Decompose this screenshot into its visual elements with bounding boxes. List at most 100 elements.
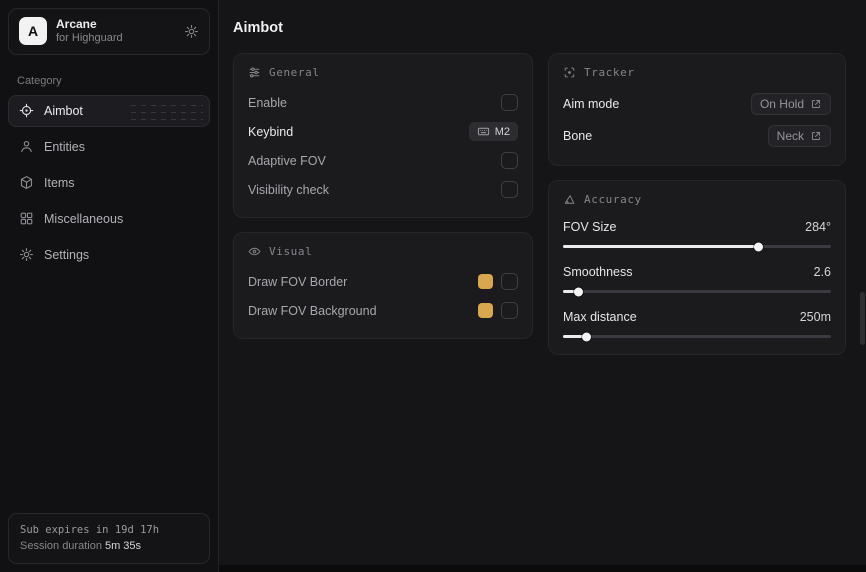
fov-background-color-swatch[interactable] (478, 303, 493, 318)
tracker-card: Tracker Aim mode On Hold (548, 53, 846, 166)
subscription-card: Sub expires in 19d 17h Session duration5… (8, 513, 210, 564)
session-duration: Session duration5m 35s (20, 538, 198, 555)
category-label: Category (17, 75, 218, 87)
person-icon (19, 139, 34, 154)
slider-thumb[interactable] (582, 332, 591, 341)
sidebar-item-aimbot[interactable]: Aimbot (8, 95, 210, 127)
sidebar-item-label: Items (44, 176, 75, 190)
sidebar-item-entities[interactable]: Entities (8, 131, 210, 163)
setting-label: Keybind (248, 125, 293, 139)
setting-row-draw-fov-background: Draw FOV Background (248, 296, 518, 325)
keybind-badge[interactable]: M2 (469, 122, 518, 141)
visual-card-title: Visual (269, 245, 312, 258)
scrollbar-thumb[interactable] (860, 292, 865, 345)
control-group (478, 273, 518, 290)
app-name: Arcane (56, 17, 175, 32)
viewfinder-icon (563, 66, 576, 79)
max-distance-setting: Max distance 250m (563, 305, 831, 338)
setting-row-aim-mode: Aim mode On Hold (563, 88, 831, 120)
setting-label: Draw FOV Border (248, 275, 347, 289)
setting-row-keybind: Keybind M2 (248, 117, 518, 146)
sidebar: A Arcane for Highguard Category (0, 0, 219, 572)
adaptive-fov-checkbox[interactable] (501, 152, 518, 169)
setting-label: Bone (563, 129, 592, 143)
bone-value: Neck (777, 129, 804, 143)
slider-head: Max distance 250m (563, 305, 831, 329)
tracker-card-header: Tracker (563, 66, 831, 79)
slider-fill (563, 335, 587, 338)
slider-head: Smoothness 2.6 (563, 260, 831, 284)
session-value: 5m 35s (105, 540, 141, 552)
main-panel: Aimbot General Enable (219, 0, 866, 572)
bottom-edge (219, 565, 866, 572)
slider-fill (563, 245, 759, 248)
sidebar-item-label: Settings (44, 248, 89, 262)
accuracy-card: Accuracy FOV Size 284° (548, 180, 846, 355)
general-card: General Enable Keybind (233, 53, 533, 218)
scrollbar-track[interactable] (859, 0, 866, 572)
slider-thumb[interactable] (754, 242, 763, 251)
keyboard-icon (477, 125, 490, 138)
accuracy-card-header: Accuracy (563, 193, 831, 206)
draw-fov-background-checkbox[interactable] (501, 302, 518, 319)
crosshair-icon (19, 103, 34, 118)
fov-size-slider[interactable] (563, 245, 831, 248)
sidebar-item-label: Miscellaneous (44, 212, 123, 226)
draw-fov-border-checkbox[interactable] (501, 273, 518, 290)
sidebar-item-items[interactable]: Items (8, 167, 210, 199)
keybind-value: M2 (495, 126, 510, 138)
setting-row-bone: Bone Neck (563, 120, 831, 152)
sidebar-item-miscellaneous[interactable]: Miscellaneous (8, 203, 210, 235)
visual-card-header: Visual (248, 245, 518, 258)
sub-expiry-text: Sub expires in 19d 17h (20, 522, 198, 538)
settings-columns: General Enable Keybind (233, 53, 846, 355)
fov-border-color-swatch[interactable] (478, 274, 493, 289)
brand-card: A Arcane for Highguard (8, 8, 210, 55)
sidebar-item-label: Entities (44, 140, 85, 154)
setting-label: Adaptive FOV (248, 154, 326, 168)
slider-value: 284° (805, 220, 831, 234)
sidebar-item-settings[interactable]: Settings (8, 239, 210, 271)
setting-label: Draw FOV Background (248, 304, 377, 318)
aim-mode-select[interactable]: On Hold (751, 93, 831, 115)
sidebar-nav: Aimbot Entities Items (0, 95, 218, 271)
setting-row-enable: Enable (248, 88, 518, 117)
accuracy-card-title: Accuracy (584, 193, 642, 206)
session-label: Session duration (20, 540, 102, 552)
external-link-icon (810, 130, 822, 142)
setting-row-adaptive-fov: Adaptive FOV (248, 146, 518, 175)
smoothness-setting: Smoothness 2.6 (563, 260, 831, 293)
smoothness-slider[interactable] (563, 290, 831, 293)
fov-size-setting: FOV Size 284° (563, 215, 831, 248)
angle-icon (563, 193, 576, 206)
dashed-decoration (131, 103, 203, 121)
gear-icon (19, 247, 34, 262)
setting-row-visibility-check: Visibility check (248, 175, 518, 204)
tracker-card-title: Tracker (584, 66, 635, 79)
slider-label: Smoothness (563, 265, 632, 279)
control-group (478, 302, 518, 319)
grid-icon (19, 211, 34, 226)
bone-select[interactable]: Neck (768, 125, 831, 147)
setting-row-draw-fov-border: Draw FOV Border (248, 267, 518, 296)
slider-label: Max distance (563, 310, 637, 324)
brand-text: Arcane for Highguard (56, 17, 175, 46)
slider-fill (563, 290, 579, 293)
setting-label: Visibility check (248, 183, 329, 197)
gear-icon[interactable] (184, 24, 199, 39)
left-column: General Enable Keybind (233, 53, 533, 355)
max-distance-slider[interactable] (563, 335, 831, 338)
setting-label: Aim mode (563, 97, 619, 111)
slider-head: FOV Size 284° (563, 215, 831, 239)
slider-thumb[interactable] (574, 287, 583, 296)
slider-value: 250m (800, 310, 831, 324)
external-link-icon (810, 98, 822, 110)
setting-label: Enable (248, 96, 287, 110)
visibility-check-checkbox[interactable] (501, 181, 518, 198)
app-logo: A (19, 17, 47, 45)
visual-card: Visual Draw FOV Border Draw FOV Backgrou… (233, 232, 533, 339)
right-column: Tracker Aim mode On Hold (548, 53, 846, 355)
app-subtitle: for Highguard (56, 32, 175, 46)
general-card-header: General (248, 66, 518, 79)
enable-checkbox[interactable] (501, 94, 518, 111)
